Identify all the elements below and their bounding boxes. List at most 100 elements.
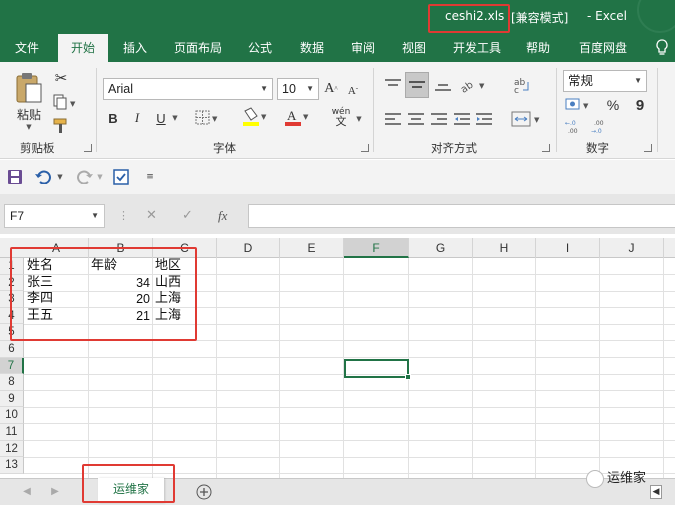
cell-c4[interactable]: 上海 [155, 308, 181, 324]
tab-developer[interactable]: 开发工具 [446, 34, 508, 62]
alignment-launcher-icon[interactable] [542, 144, 550, 152]
fill-color-icon[interactable]: ▼ [240, 106, 270, 128]
tab-baidu-netdisk[interactable]: 百度网盘 [572, 34, 634, 62]
cell-b2[interactable]: 34 [89, 275, 150, 291]
customize-qat-icon[interactable]: ≡ [144, 169, 156, 185]
accounting-format-icon[interactable]: ▼ [564, 95, 594, 115]
column-header-j[interactable]: J [600, 238, 664, 258]
phonetic-dropdown-icon[interactable]: ▼ [354, 112, 364, 126]
scroll-left-icon[interactable]: ◀ [650, 485, 662, 499]
row-header-1[interactable]: 1 [0, 258, 24, 275]
number-launcher-icon[interactable] [644, 144, 652, 152]
tab-page-layout[interactable]: 页面布局 [168, 34, 228, 62]
row-header-3[interactable]: 3 [0, 291, 24, 308]
align-center-icon[interactable] [405, 108, 427, 130]
tab-data[interactable]: 数据 [292, 34, 332, 62]
column-header-g[interactable]: G [409, 238, 473, 258]
format-painter-icon[interactable] [50, 116, 72, 136]
decrease-font-size-icon[interactable]: Aˇ [344, 80, 362, 102]
borders-icon[interactable]: ▼ [194, 108, 220, 128]
prev-sheet-icon[interactable]: ◀ [20, 484, 34, 498]
increase-indent-icon[interactable] [474, 108, 494, 130]
cell-a3[interactable]: 李四 [27, 291, 53, 307]
tab-home[interactable]: 开始 [58, 34, 108, 62]
align-left-icon[interactable] [382, 108, 404, 130]
row-header-12[interactable]: 12 [0, 440, 24, 458]
enter-formula-icon[interactable]: ✓ [182, 204, 193, 228]
cell-b4[interactable]: 21 [89, 308, 150, 324]
tab-help[interactable]: 帮助 [518, 34, 558, 62]
selected-cell-f7[interactable] [344, 359, 411, 380]
undo-icon[interactable] [34, 168, 54, 186]
row-header-10[interactable]: 10 [0, 407, 24, 424]
save-icon[interactable] [6, 168, 24, 186]
column-header-b[interactable]: B [89, 238, 153, 258]
tab-formulas[interactable]: 公式 [240, 34, 280, 62]
row-header-4[interactable]: 4 [0, 307, 24, 325]
decrease-decimal-icon[interactable]: .00 →.0 [590, 116, 612, 136]
tab-insert[interactable]: 插入 [115, 34, 155, 62]
fill-handle[interactable] [405, 374, 411, 380]
cancel-formula-icon[interactable]: ✕ [146, 204, 157, 228]
column-header-d[interactable]: D [217, 238, 280, 258]
phonetic-guide-icon[interactable]: wén 文 [330, 106, 352, 128]
spreadsheet-grid[interactable]: A B C D E F G H I J 1 2 3 4 5 6 7 8 9 10… [0, 238, 675, 478]
column-header-i[interactable]: I [536, 238, 600, 258]
cell-a2[interactable]: 张三 [27, 275, 53, 291]
paste-button[interactable]: 粘贴 [12, 106, 46, 122]
increase-font-size-icon[interactable]: A ^ [322, 78, 340, 100]
tab-review[interactable]: 审阅 [343, 34, 383, 62]
formula-input[interactable] [248, 204, 675, 228]
insert-function-icon[interactable]: fx [218, 204, 227, 228]
redo-dropdown-icon[interactable]: ▼ [96, 172, 104, 182]
column-header-e[interactable]: E [280, 238, 344, 258]
cell-c1[interactable]: 地区 [155, 258, 181, 274]
comma-style-button[interactable]: 9 [630, 95, 650, 115]
column-header-f[interactable]: F [344, 238, 409, 258]
cell-c3[interactable]: 上海 [155, 291, 181, 307]
paste-icon[interactable] [12, 70, 46, 106]
redo-icon[interactable] [74, 168, 94, 186]
font-size-select[interactable]: 10 ▼ [277, 78, 319, 100]
column-header-h[interactable]: H [473, 238, 536, 258]
cell-a4[interactable]: 王五 [27, 308, 53, 324]
column-header-a[interactable]: A [24, 238, 89, 258]
font-color-icon[interactable]: A ▼ [282, 106, 312, 128]
row-header-5[interactable]: 5 [0, 324, 24, 341]
name-box[interactable]: F7 ▼ [4, 204, 105, 228]
checkbox-icon[interactable] [112, 168, 130, 186]
increase-decimal-icon[interactable]: ←.0.00 [564, 116, 586, 136]
row-header-6[interactable]: 6 [0, 341, 24, 358]
cell-a1[interactable]: 姓名 [27, 258, 53, 274]
row-header-8[interactable]: 8 [0, 374, 24, 391]
row-header-11[interactable]: 11 [0, 424, 24, 441]
copy-icon[interactable]: ▼ [50, 92, 80, 112]
undo-dropdown-icon[interactable]: ▼ [56, 172, 64, 182]
row-header-2[interactable]: 2 [0, 274, 24, 292]
clipboard-launcher-icon[interactable] [84, 144, 92, 152]
cut-icon[interactable]: ✂ [50, 68, 72, 88]
paste-dropdown-icon[interactable]: ▼ [24, 122, 34, 132]
row-header-7[interactable]: 7 [0, 357, 24, 375]
cell-c2[interactable]: 山西 [155, 275, 181, 291]
align-right-icon[interactable] [428, 108, 450, 130]
font-launcher-icon[interactable] [361, 144, 369, 152]
merge-center-icon[interactable]: ▼ [510, 108, 544, 130]
tab-view[interactable]: 视图 [394, 34, 434, 62]
row-header-9[interactable]: 9 [0, 390, 24, 408]
italic-button[interactable]: I [128, 108, 146, 128]
sheet-tab-active[interactable]: 运维家 [98, 478, 164, 503]
cell-b1[interactable]: 年龄 [91, 258, 117, 274]
row-header-13[interactable]: 13 [0, 457, 24, 474]
tab-file[interactable]: 文件 [6, 34, 48, 62]
lightbulb-icon[interactable] [652, 34, 672, 62]
align-middle-icon[interactable] [405, 72, 429, 98]
underline-button[interactable]: U [152, 108, 170, 128]
add-sheet-icon[interactable] [195, 483, 213, 501]
orientation-icon[interactable]: ab ▼ [458, 74, 488, 96]
font-name-select[interactable]: Arial ▼ [103, 78, 273, 100]
align-top-icon[interactable] [382, 74, 404, 96]
next-sheet-icon[interactable]: ▶ [48, 484, 62, 498]
underline-dropdown-icon[interactable]: ▼ [170, 110, 180, 126]
decrease-indent-icon[interactable] [452, 108, 472, 130]
